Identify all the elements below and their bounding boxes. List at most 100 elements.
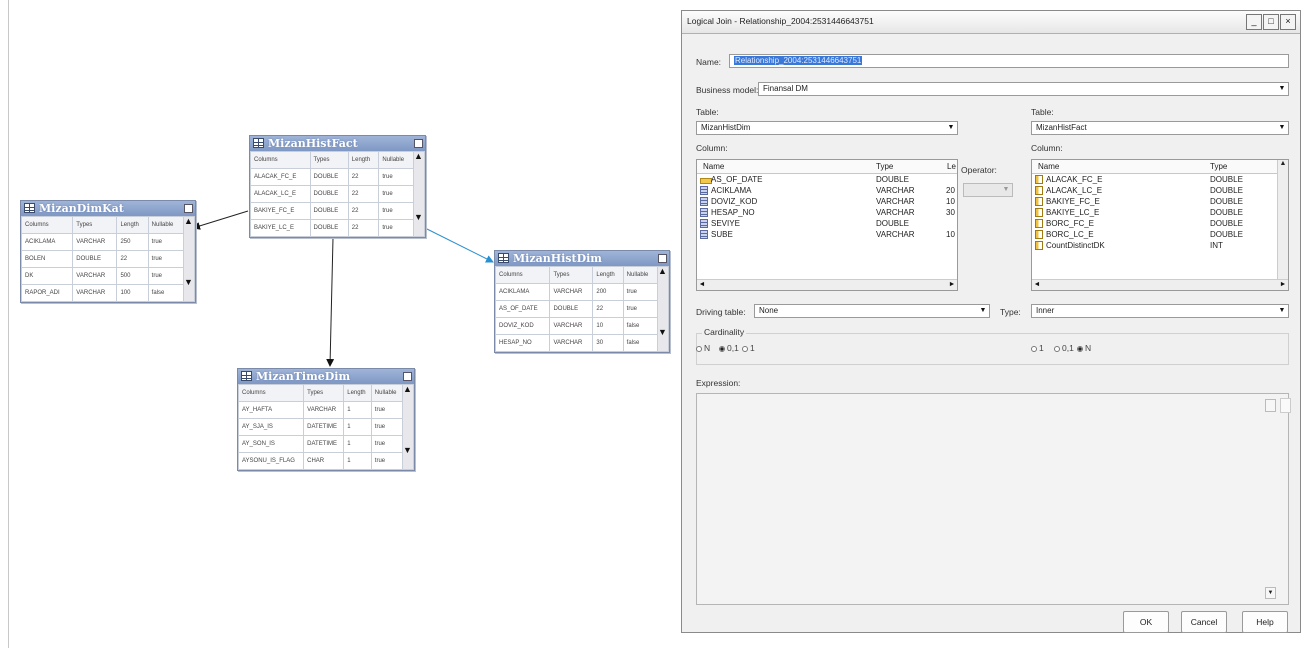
scroll-up-icon[interactable]: ▲ (185, 218, 194, 227)
list-item[interactable]: ALACAK_FC_E DOUBLE (1032, 175, 1288, 186)
vertical-scrollbar[interactable]: ▲ ▼ (413, 151, 425, 237)
expression-builder-icon[interactable] (1265, 399, 1276, 412)
table-title: MizanHistFact (268, 137, 358, 150)
table-row[interactable]: ALACAK_FC_E DOUBLE 22 true (250, 168, 425, 186)
horizontal-scrollbar[interactable]: ◄ ► (1032, 279, 1288, 290)
vertical-scrollbar[interactable]: ▲ ▼ (402, 384, 414, 470)
scroll-down-icon[interactable]: ▼ (659, 328, 668, 337)
scroll-left-icon[interactable]: ◄ (1032, 280, 1042, 290)
operator-select[interactable]: ▼ (963, 183, 1013, 197)
vertical-scrollbar[interactable]: ▲ (1277, 160, 1288, 280)
dialog-titlebar[interactable]: Logical Join - Relationship_2004:2531446… (682, 11, 1300, 34)
list-item[interactable]: ACIKLAMA VARCHAR 20 (697, 186, 957, 197)
table-row[interactable]: AYSONU_IS_FLAG CHAR 1 true (237, 452, 414, 470)
cancel-button[interactable]: Cancel (1181, 611, 1227, 633)
table-row[interactable]: BAKIYE_LC_E DOUBLE 22 true (250, 219, 425, 237)
name-field[interactable]: Relationship_2004:2531446643751 (729, 54, 1289, 68)
table-mizantimedim[interactable]: MizanTimeDim Columns Types Length Nullable ▲… (237, 368, 415, 471)
table-row[interactable]: DK VARCHAR 500 true (20, 267, 195, 285)
scroll-right-icon[interactable]: ► (947, 280, 957, 290)
table-row[interactable]: ACIKLAMA VARCHAR 200 true (494, 283, 669, 301)
cardinality-radio[interactable]: 0,1 (1054, 343, 1074, 353)
minimize-icon[interactable] (184, 204, 193, 213)
table-mizanhistfact[interactable]: MizanHistFact Columns Types Length Nullable… (249, 135, 426, 238)
cardinality-radio[interactable]: 1 (1031, 343, 1044, 353)
table-row[interactable]: BOLEN DOUBLE 22 true (20, 250, 195, 268)
table-row[interactable]: HESAP_NO VARCHAR 30 false (494, 334, 669, 352)
column-name: SEVIYE (711, 219, 740, 228)
header-length: Length (116, 216, 149, 234)
right-table-label: Table: (1031, 107, 1054, 117)
cardinality-radio[interactable]: 0,1 (719, 343, 739, 353)
ok-button[interactable]: OK (1123, 611, 1169, 633)
driving-table-select[interactable]: None ▼ (754, 304, 990, 318)
scroll-up-icon[interactable]: ▲ (415, 153, 424, 162)
minimize-icon[interactable] (414, 139, 423, 148)
right-column-list[interactable]: Name Type ALACAK_FC_E DOUBLE ALACAK_LC_E DO… (1031, 159, 1289, 291)
table-icon (498, 253, 509, 263)
list-item[interactable]: ALACAK_LC_E DOUBLE (1032, 186, 1288, 197)
cardinality-radio[interactable]: N (1077, 343, 1091, 353)
maximize-icon[interactable]: □ (1263, 14, 1279, 30)
horizontal-scrollbar[interactable]: ◄ ► (697, 279, 957, 290)
list-item[interactable]: AS_OF_DATE DOUBLE (697, 175, 957, 186)
cardinality-radio[interactable]: 1 (742, 343, 755, 353)
table-mizanhistdim[interactable]: MizanHistDim Columns Types Length Nullable ▲… (494, 250, 670, 353)
scroll-up-icon[interactable]: ▲ (1278, 160, 1288, 167)
table-row[interactable]: ACIKLAMA VARCHAR 250 true (20, 233, 195, 251)
table-row[interactable]: AY_SON_IS DATETIME 1 true (237, 435, 414, 453)
right-table-select[interactable]: MizanHistFact ▼ (1031, 121, 1289, 135)
table-row[interactable]: DOVIZ_KOD VARCHAR 10 false (494, 317, 669, 335)
list-item[interactable]: CountDistinctDK INT (1032, 241, 1288, 252)
close-icon[interactable]: × (1280, 14, 1296, 30)
table-row[interactable]: ALACAK_LC_E DOUBLE 22 true (250, 185, 425, 203)
column-icon (700, 186, 708, 195)
list-item[interactable]: SUBE VARCHAR 10 (697, 230, 957, 241)
scroll-down-icon[interactable]: ▼ (185, 278, 194, 287)
minimize-icon[interactable] (658, 254, 667, 263)
list-item[interactable]: SEVIYE DOUBLE (697, 219, 957, 230)
radio-icon (1031, 346, 1037, 352)
list-item[interactable]: DOVIZ_KOD VARCHAR 10 (697, 197, 957, 208)
scroll-down-icon[interactable]: ▼ (415, 213, 424, 222)
header-name[interactable]: Name (703, 162, 724, 171)
list-item[interactable]: BAKIYE_FC_E DOUBLE (1032, 197, 1288, 208)
table-row[interactable]: RAPOR_ADI VARCHAR 100 false (20, 284, 195, 302)
table-mizandimkat[interactable]: MizanDimKat Columns Types Length Nullable ▲ ▼… (20, 200, 196, 303)
help-button[interactable]: Help (1242, 611, 1288, 633)
list-item[interactable]: BORC_FC_E DOUBLE (1032, 219, 1288, 230)
table-row[interactable]: AY_SJA_IS DATETIME 1 true (237, 418, 414, 436)
header-type[interactable]: Type (876, 162, 893, 171)
header-name[interactable]: Name (1038, 162, 1059, 171)
minimize-icon[interactable] (403, 372, 412, 381)
table-row[interactable]: AY_HAFTA VARCHAR 1 true (237, 401, 414, 419)
table-icon (253, 138, 264, 148)
header-length[interactable]: Le (947, 162, 956, 171)
vertical-scrollbar[interactable]: ▲ ▼ (657, 266, 669, 352)
table-icon (24, 203, 35, 213)
table-row[interactable]: AS_OF_DATE DOUBLE 22 true (494, 300, 669, 318)
expression-field[interactable] (696, 393, 1289, 605)
business-model-select[interactable]: Finansal DM ▼ (758, 82, 1289, 96)
list-item[interactable]: BORC_LC_E DOUBLE (1032, 230, 1288, 241)
expression-edit-icon[interactable] (1280, 398, 1291, 413)
scroll-left-icon[interactable]: ◄ (697, 280, 707, 290)
column-length: 10 (946, 230, 955, 239)
list-item[interactable]: BAKIYE_LC_E DOUBLE (1032, 208, 1288, 219)
expression-scrollbar[interactable]: ▼ (1265, 587, 1276, 599)
minimize-icon[interactable]: _ (1246, 14, 1262, 30)
column-name: ALACAK_LC_E (1046, 186, 1103, 195)
list-item[interactable]: HESAP_NO VARCHAR 30 (697, 208, 957, 219)
table-row[interactable]: BAKIYE_FC_E DOUBLE 22 true (250, 202, 425, 220)
cardinality-radio[interactable]: N (696, 343, 710, 353)
scroll-down-icon[interactable]: ▼ (404, 446, 413, 455)
join-type-select[interactable]: Inner ▼ (1031, 304, 1289, 318)
right-table-value: MizanHistFact (1036, 123, 1087, 132)
scroll-right-icon[interactable]: ► (1278, 280, 1288, 290)
left-table-select[interactable]: MizanHistDim ▼ (696, 121, 958, 135)
scroll-up-icon[interactable]: ▲ (404, 386, 413, 395)
vertical-scrollbar[interactable]: ▲ ▼ (183, 216, 195, 302)
scroll-up-icon[interactable]: ▲ (659, 268, 668, 277)
header-type[interactable]: Type (1210, 162, 1227, 171)
left-column-list[interactable]: Name Type Le AS_OF_DATE DOUBLE ACIKLAMA VAR… (696, 159, 958, 291)
